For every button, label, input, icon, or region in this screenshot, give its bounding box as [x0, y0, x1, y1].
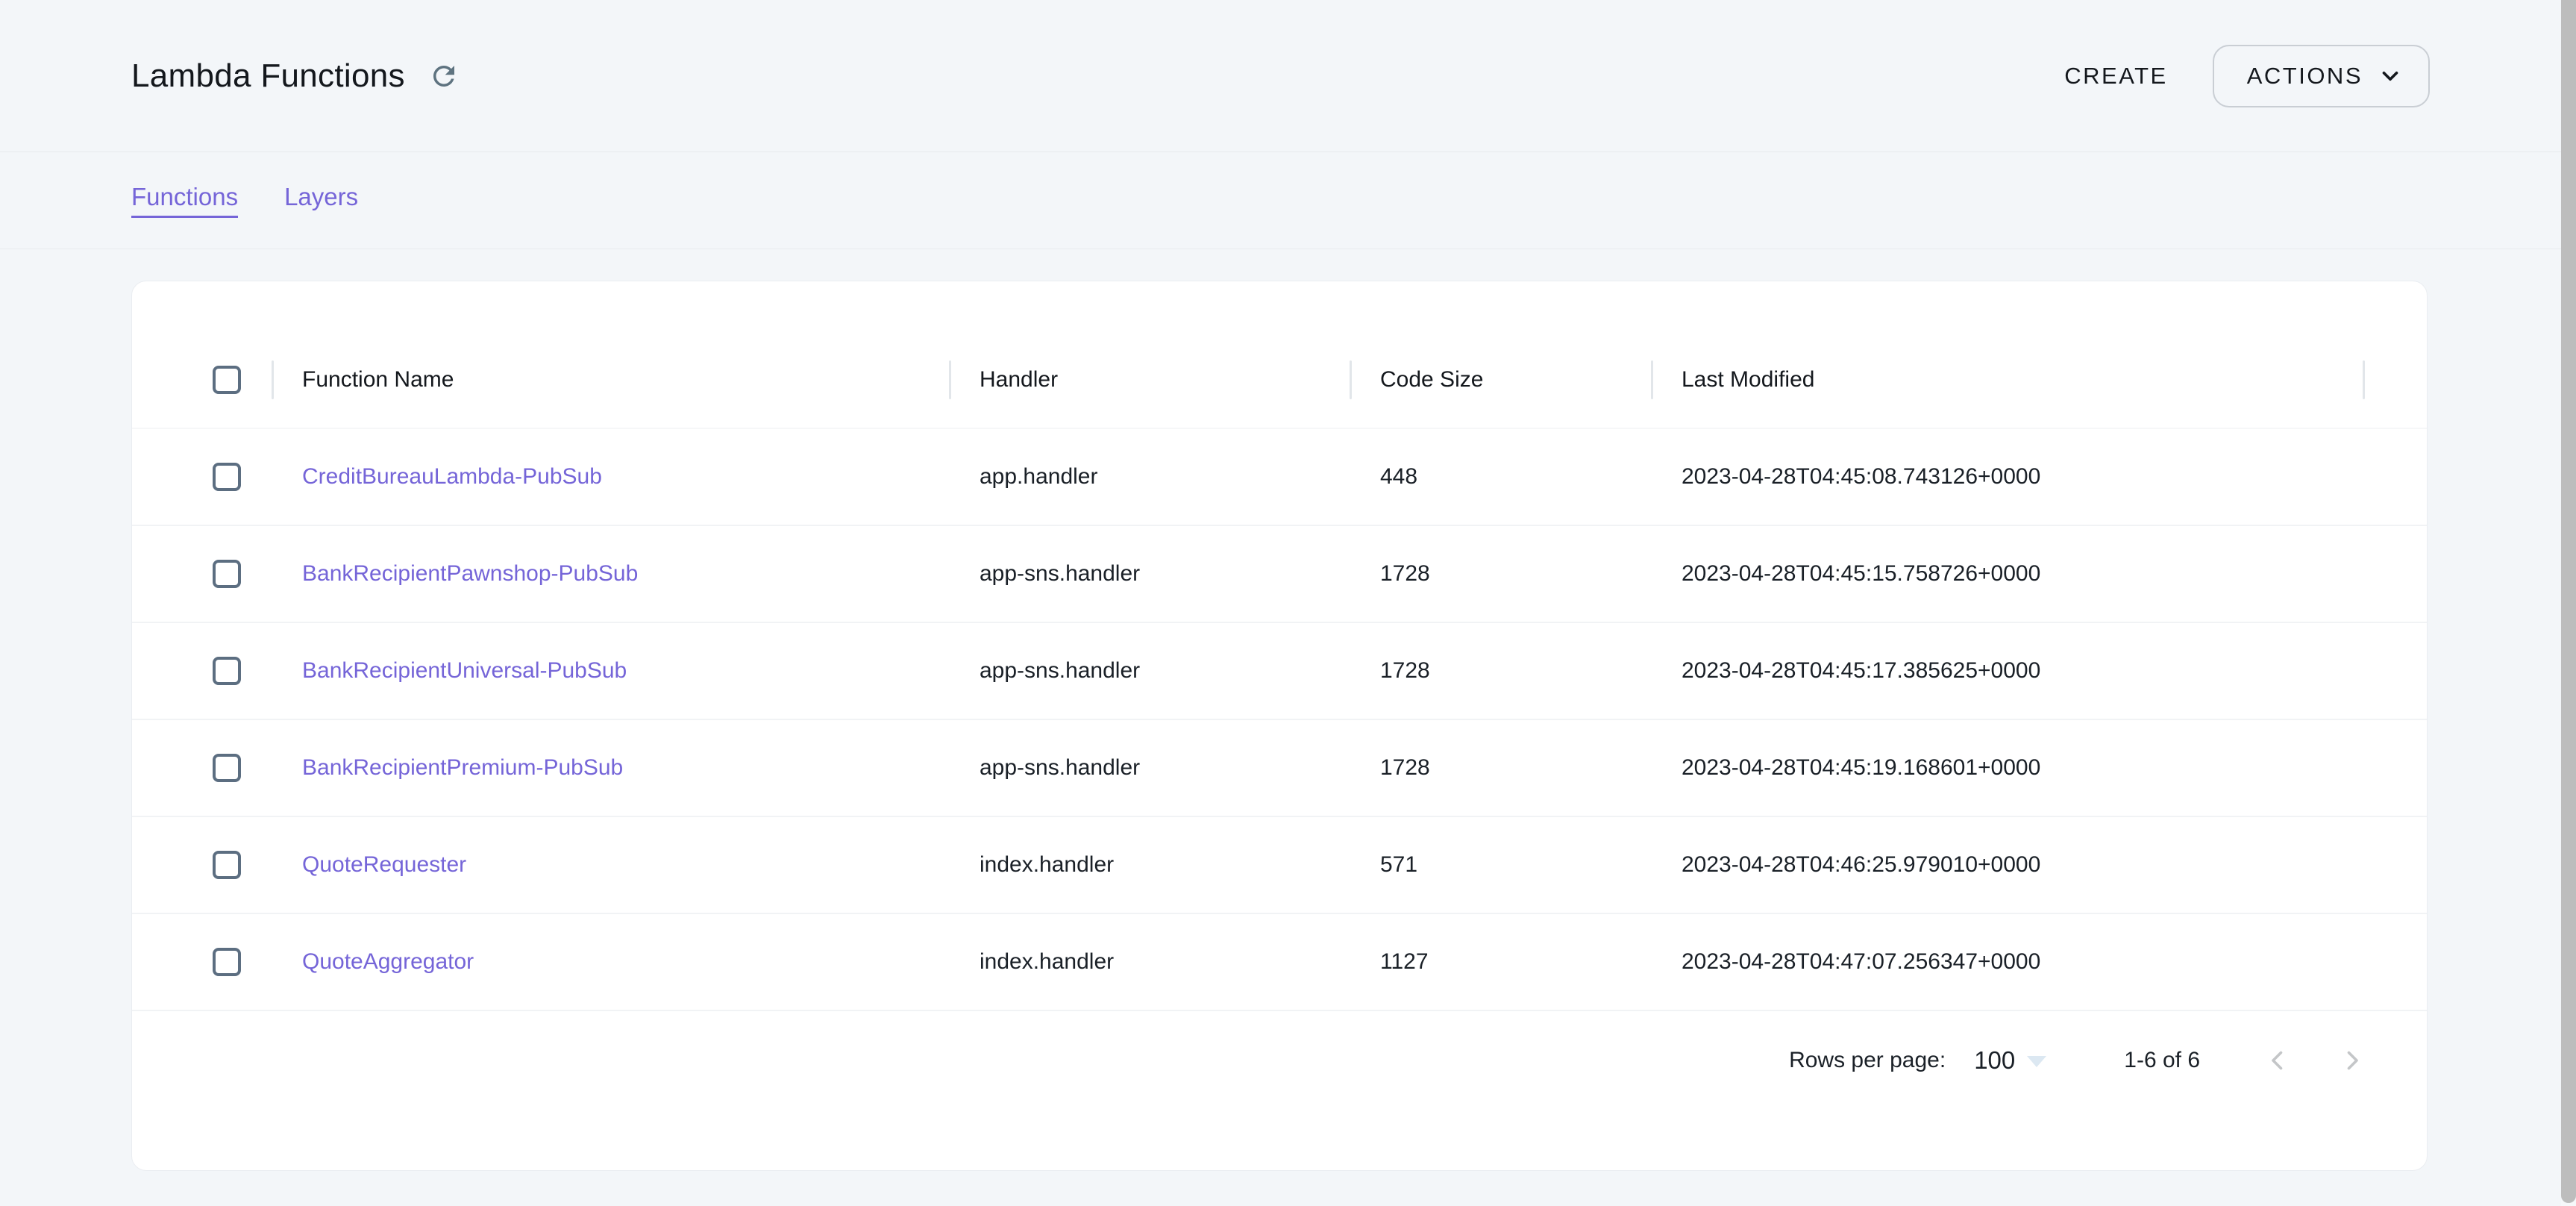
functions-table-card: Function Name Handler Code Size Last Mod… [131, 281, 2428, 1171]
table-body: CreditBureauLambda-PubSub app.handler 44… [132, 429, 2427, 1011]
cell-function-name: BankRecipientPremium-PubSub [274, 720, 951, 816]
table-pagination: Rows per page: 100 1-6 of 6 [132, 1011, 2427, 1110]
tab-layers[interactable]: Layers [284, 183, 358, 218]
cell-end [2365, 526, 2427, 622]
tab-functions[interactable]: Functions [131, 183, 238, 218]
chevron-left-icon [2264, 1047, 2291, 1074]
row-checkbox-cell [132, 526, 274, 622]
row-checkbox-cell [132, 720, 274, 816]
cell-function-name: CreditBureauLambda-PubSub [274, 429, 951, 525]
lambda-functions-page: Lambda Functions CREATE ACTIONS Function… [0, 0, 2561, 1206]
cell-function-name: QuoteRequester [274, 817, 951, 913]
rows-per-page-label: Rows per page: [1789, 1048, 1946, 1073]
row-checkbox-cell [132, 914, 274, 1010]
column-header-handler[interactable]: Handler [951, 332, 1352, 428]
main-content: Function Name Handler Code Size Last Mod… [0, 249, 2561, 1171]
table-header-row: Function Name Handler Code Size Last Mod… [132, 332, 2427, 429]
cell-handler: app-sns.handler [951, 526, 1352, 622]
function-name-link[interactable]: QuoteAggregator [302, 949, 474, 975]
column-header-label: Last Modified [1682, 367, 1814, 393]
row-checkbox[interactable] [213, 463, 241, 491]
cell-last-modified: 2023-04-28T04:45:17.385625+0000 [1653, 623, 2365, 719]
cell-handler: index.handler [951, 817, 1352, 913]
cell-code-size: 1127 [1352, 914, 1653, 1010]
function-name-link[interactable]: CreditBureauLambda-PubSub [302, 464, 602, 490]
previous-page-button[interactable] [2248, 1031, 2307, 1090]
cell-end [2365, 914, 2427, 1010]
row-checkbox-cell [132, 429, 274, 525]
column-header-last-modified[interactable]: Last Modified [1653, 332, 2365, 428]
cell-function-name: QuoteAggregator [274, 914, 951, 1010]
cell-last-modified: 2023-04-28T04:46:25.979010+0000 [1653, 817, 2365, 913]
cell-code-size: 1728 [1352, 623, 1653, 719]
actions-button[interactable]: ACTIONS [2213, 45, 2430, 107]
cell-last-modified: 2023-04-28T04:47:07.256347+0000 [1653, 914, 2365, 1010]
function-name-link[interactable]: QuoteRequester [302, 852, 466, 878]
cell-code-size: 448 [1352, 429, 1653, 525]
table-row[interactable]: BankRecipientPawnshop-PubSub app-sns.han… [132, 526, 2427, 623]
function-name-link[interactable]: BankRecipientPremium-PubSub [302, 755, 623, 781]
cell-end [2365, 720, 2427, 816]
cell-last-modified: 2023-04-28T04:45:15.758726+0000 [1653, 526, 2365, 622]
cell-code-size: 1728 [1352, 526, 1653, 622]
cell-last-modified: 2023-04-28T04:45:19.168601+0000 [1653, 720, 2365, 816]
actions-button-label: ACTIONS [2247, 63, 2363, 90]
pagination-range-label: 1-6 of 6 [2124, 1048, 2200, 1073]
table-row[interactable]: BankRecipientPremium-PubSub app-sns.hand… [132, 720, 2427, 817]
refresh-icon [428, 60, 460, 92]
header-checkbox-cell [132, 332, 274, 428]
row-checkbox-cell [132, 623, 274, 719]
select-all-checkbox[interactable] [213, 366, 241, 394]
row-checkbox[interactable] [213, 657, 241, 685]
refresh-button[interactable] [424, 57, 463, 96]
column-header-label: Code Size [1380, 367, 1483, 393]
cell-handler: app-sns.handler [951, 623, 1352, 719]
cell-end [2365, 429, 2427, 525]
column-header-code-size[interactable]: Code Size [1352, 332, 1653, 428]
cell-last-modified: 2023-04-28T04:45:08.743126+0000 [1653, 429, 2365, 525]
create-button[interactable]: CREATE [2043, 48, 2188, 104]
dropdown-arrow-icon [2027, 1056, 2046, 1067]
cell-code-size: 571 [1352, 817, 1653, 913]
cell-handler: app.handler [951, 429, 1352, 525]
chevron-right-icon [2339, 1047, 2366, 1074]
cell-end [2365, 623, 2427, 719]
row-checkbox-cell [132, 817, 274, 913]
cell-end [2365, 817, 2427, 913]
chevron-down-icon [2378, 63, 2403, 89]
cell-function-name: BankRecipientPawnshop-PubSub [274, 526, 951, 622]
rows-per-page-value: 100 [1974, 1046, 2015, 1075]
column-header-function-name[interactable]: Function Name [274, 332, 951, 428]
function-name-link[interactable]: BankRecipientUniversal-PubSub [302, 658, 627, 684]
page-title: Lambda Functions [131, 57, 405, 95]
row-checkbox[interactable] [213, 948, 241, 976]
table-row[interactable]: QuoteRequester index.handler 571 2023-04… [132, 817, 2427, 914]
page-header: Lambda Functions CREATE ACTIONS [0, 0, 2561, 152]
row-checkbox[interactable] [213, 754, 241, 782]
table-row[interactable]: BankRecipientUniversal-PubSub app-sns.ha… [132, 623, 2427, 720]
function-name-link[interactable]: BankRecipientPawnshop-PubSub [302, 561, 638, 587]
rows-per-page-select[interactable]: 100 [1974, 1046, 2046, 1075]
table-row[interactable]: CreditBureauLambda-PubSub app.handler 44… [132, 429, 2427, 526]
cell-handler: app-sns.handler [951, 720, 1352, 816]
cell-function-name: BankRecipientUniversal-PubSub [274, 623, 951, 719]
scrollbar-thumb[interactable] [2561, 0, 2576, 1203]
column-header-label: Function Name [302, 367, 454, 393]
column-header-label: Handler [980, 367, 1058, 393]
table-row[interactable]: QuoteAggregator index.handler 1127 2023-… [132, 914, 2427, 1011]
row-checkbox[interactable] [213, 851, 241, 879]
row-checkbox[interactable] [213, 560, 241, 588]
next-page-button[interactable] [2322, 1031, 2382, 1090]
resource-tabs: Functions Layers [0, 152, 2561, 249]
header-end-cell [2365, 332, 2427, 428]
cell-handler: index.handler [951, 914, 1352, 1010]
cell-code-size: 1728 [1352, 720, 1653, 816]
vertical-scrollbar [2561, 0, 2576, 1206]
